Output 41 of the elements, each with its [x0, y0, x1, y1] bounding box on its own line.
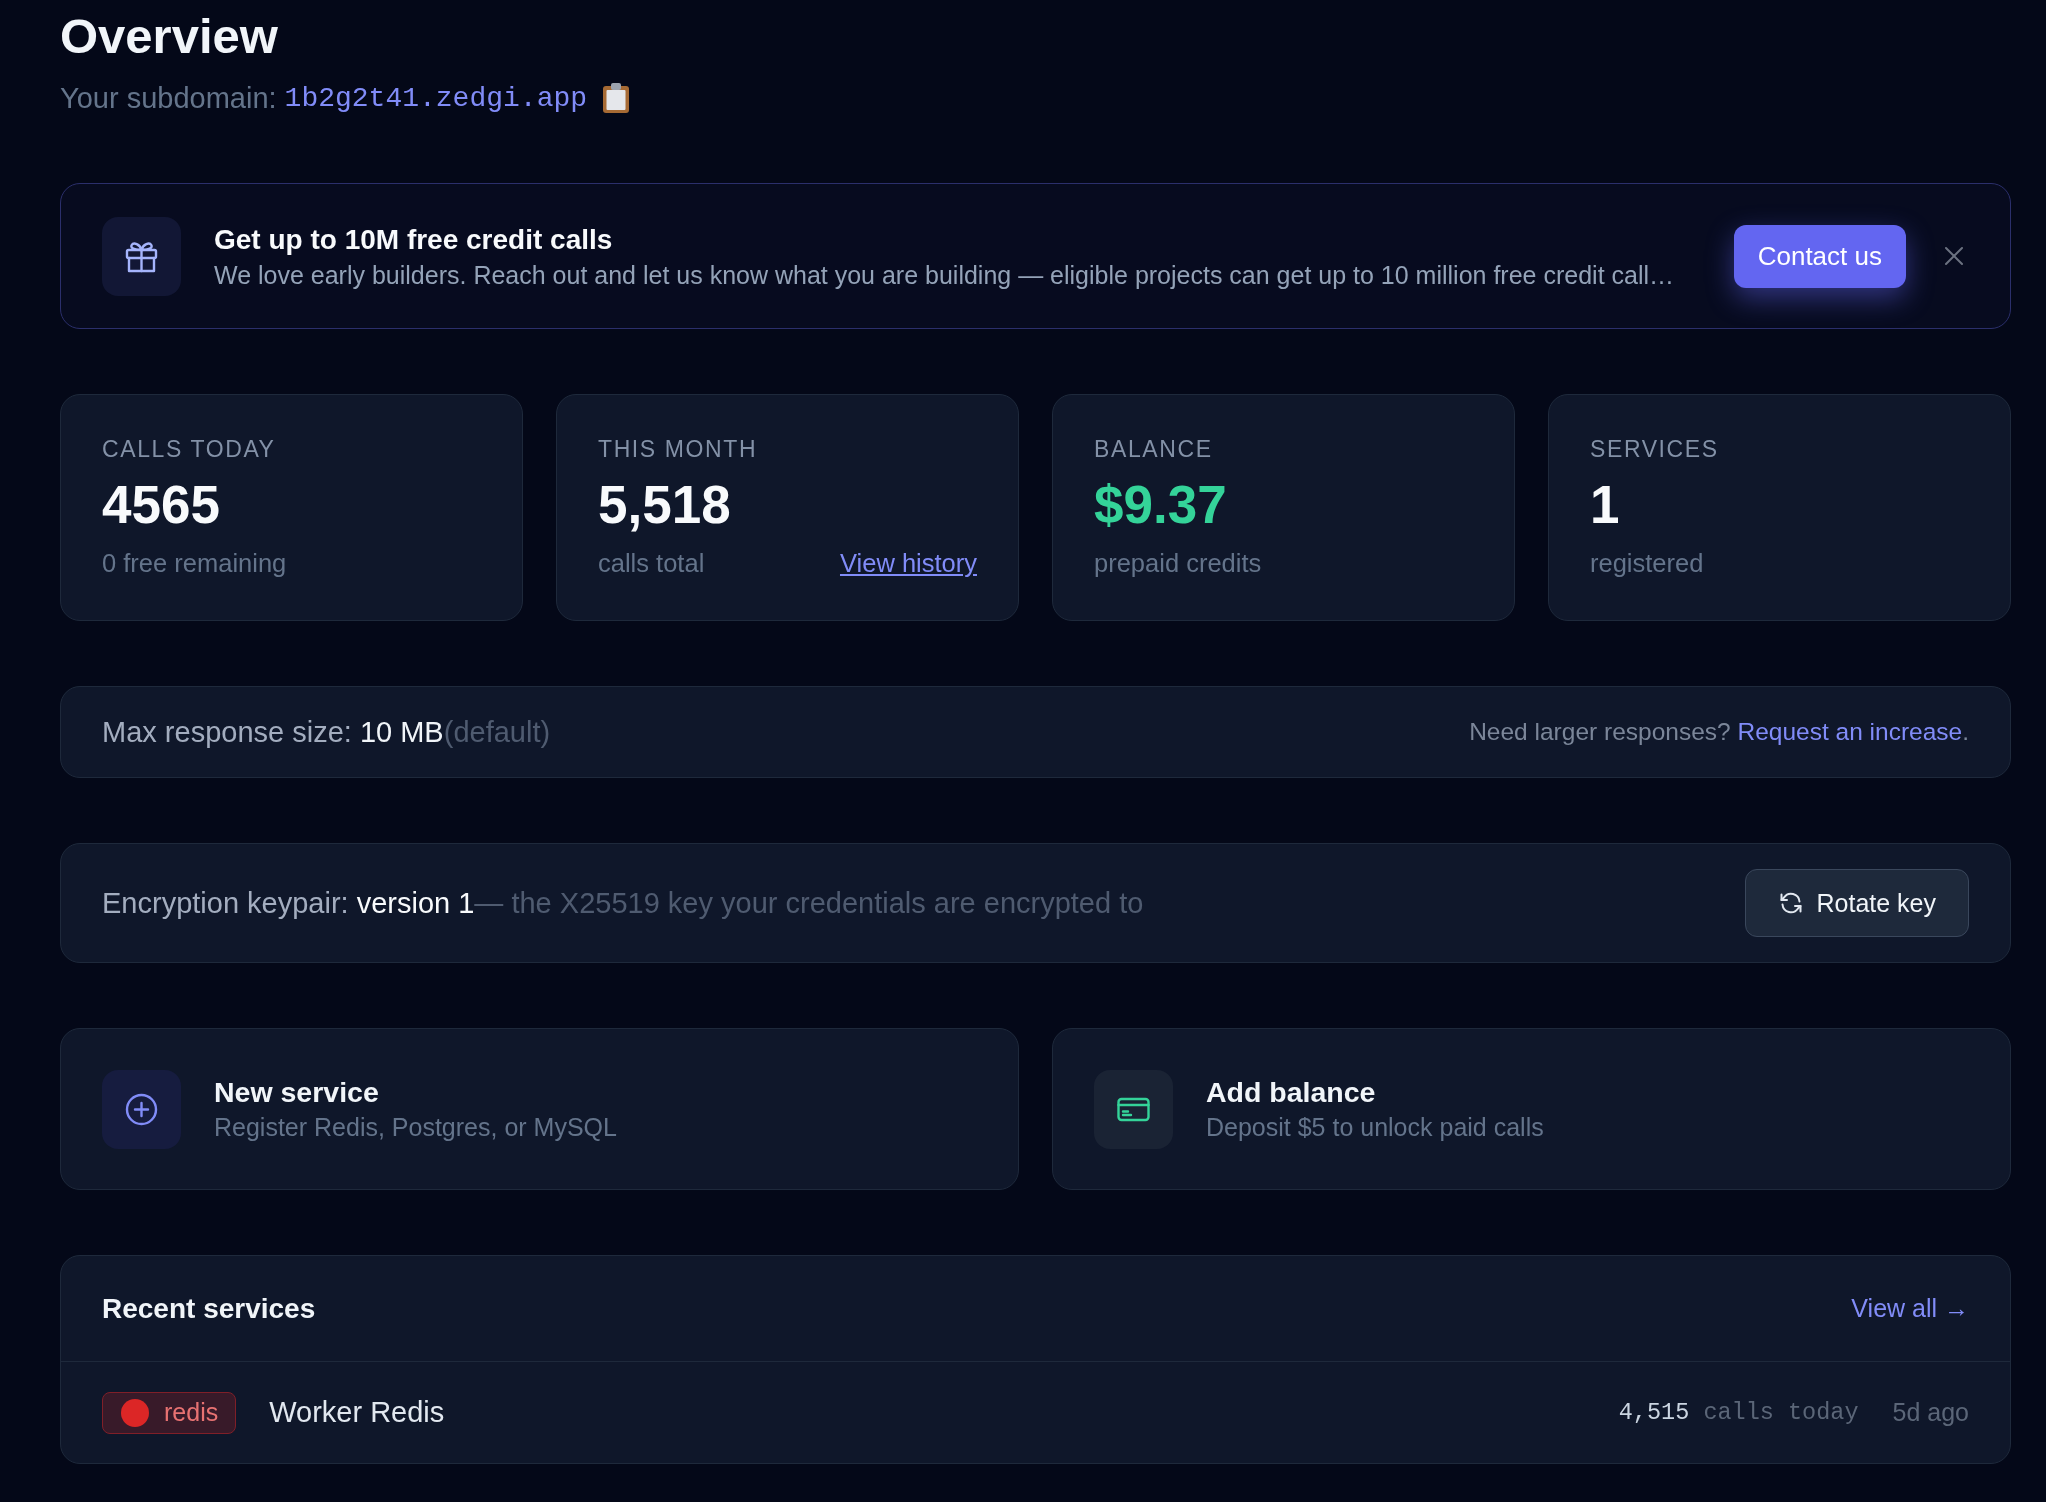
- view-history-link[interactable]: View history: [840, 547, 977, 579]
- stat-value: 4565: [102, 475, 220, 535]
- action-card[interactable]: New service Register Redis, Postgres, or MySQL: [60, 1028, 1019, 1190]
- stat-label: THIS MONTH: [598, 435, 758, 464]
- promo-title: Get up to 10M free credit calls: [214, 222, 613, 257]
- promo-text: We love early builders. Reach out and let us know what you are building — eligible projects can get up to 10 million free credit call…: [214, 259, 1675, 290]
- stat-value: 5,518: [598, 475, 731, 535]
- rotate-key-button[interactable]: Rotate key: [1745, 869, 1969, 937]
- response-size-text: Max response size: 10 MB(default): [102, 715, 551, 749]
- contact-button[interactable]: Contact us: [1733, 224, 1906, 288]
- service-age: 5d ago: [1892, 1398, 1969, 1427]
- action-description: Register Redis, Postgres, or MySQL: [214, 1112, 617, 1143]
- keypair-text: Encryption keypair: version 1— the X25519 key your credentials are encrypted to: [102, 886, 1144, 920]
- stat-label: CALLS TODAY: [102, 435, 276, 464]
- gift-icon: [102, 216, 181, 296]
- action-title: Add balance: [1206, 1075, 1376, 1109]
- stat-caption: 0 free remaining: [102, 548, 287, 579]
- close-icon: [1944, 246, 1964, 266]
- stat-caption: calls total: [598, 548, 705, 579]
- stat-value: 1: [1590, 475, 1620, 535]
- action-description: Deposit $5 to unlock paid calls: [1206, 1112, 1544, 1143]
- stat-caption: registered: [1590, 548, 1704, 579]
- page-title: Overview: [60, 8, 278, 65]
- stat-value: $9.37: [1094, 475, 1227, 535]
- calls-today-text: 4,515 calls today: [1618, 1399, 1859, 1426]
- subdomain-label: Your subdomain:: [60, 81, 277, 115]
- credit-card-icon: [1094, 1069, 1173, 1149]
- request-increase-link[interactable]: Request an increase: [1737, 718, 1963, 745]
- response-help-text: Need larger responses? Request an increase.: [1469, 718, 1969, 746]
- stat-label: SERVICES: [1590, 435, 1719, 464]
- action-title: New service: [214, 1075, 379, 1109]
- stat-caption: prepaid credits: [1094, 548, 1262, 579]
- refresh-icon: [1779, 891, 1804, 915]
- clipboard-icon[interactable]: [603, 83, 630, 113]
- section-title: Recent services: [102, 1292, 316, 1325]
- action-card[interactable]: Add balance Deposit $5 to unlock paid calls: [1052, 1028, 2011, 1190]
- view-all-link[interactable]: View all →: [1851, 1294, 1969, 1323]
- subdomain-value: 1b2g2t41.zedgi.app: [284, 82, 588, 114]
- stat-label: BALANCE: [1094, 435, 1213, 464]
- service-type-text: redis: [164, 1398, 219, 1427]
- service-name: Worker Redis: [269, 1396, 445, 1429]
